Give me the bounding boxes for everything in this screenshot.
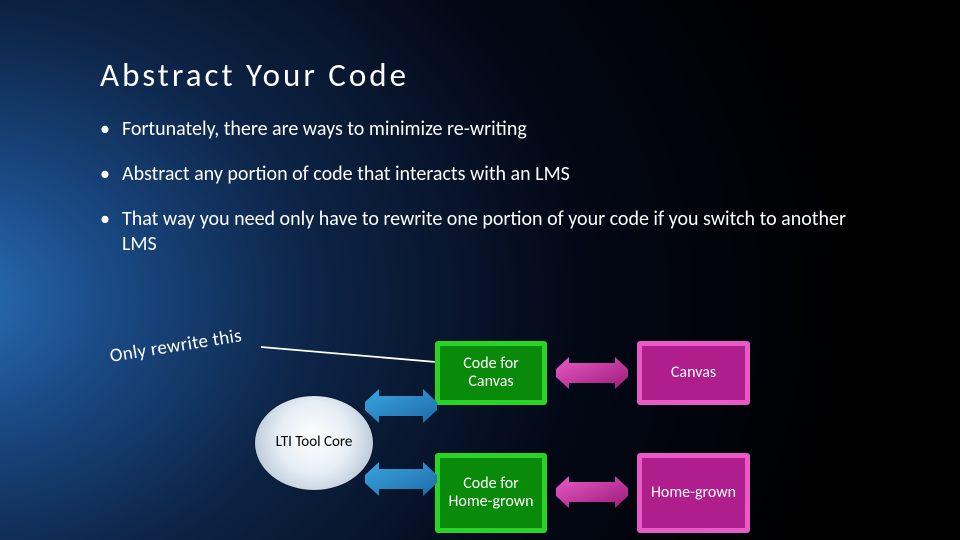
bullet-item: Abstract any portion of code that intera… (100, 162, 860, 187)
slide-title: Abstract Your Code (100, 55, 880, 95)
slide: Abstract Your Code Fortunately, there ar… (0, 0, 960, 540)
bullet-item: Fortunately, there are ways to minimize … (100, 117, 860, 142)
bullet-item: That way you need only have to rewrite o… (100, 207, 860, 257)
bullet-list: Fortunately, there are ways to minimize … (100, 117, 880, 257)
